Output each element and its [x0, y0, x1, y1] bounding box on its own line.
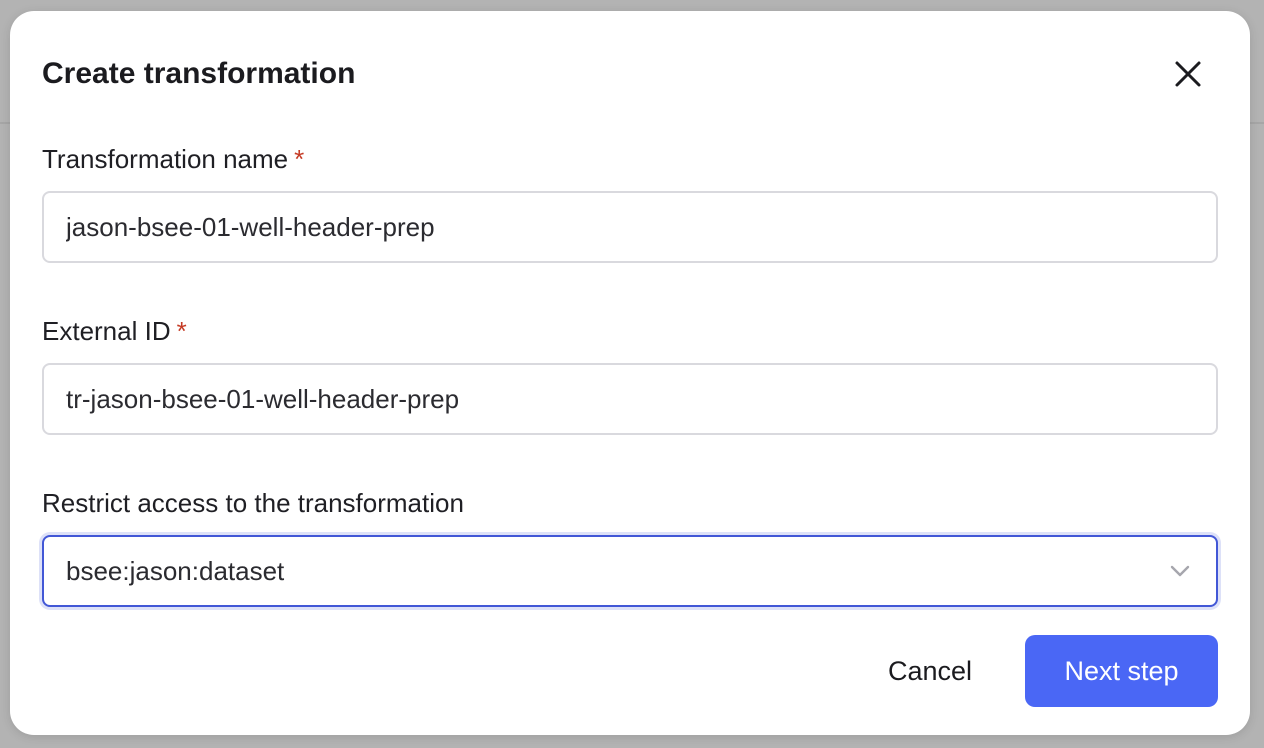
next-step-button[interactable]: Next step	[1025, 635, 1218, 707]
transformation-name-input[interactable]	[42, 191, 1218, 263]
dialog-title: Create transformation	[42, 57, 356, 90]
cancel-button[interactable]: Cancel	[860, 635, 1000, 707]
restrict-access-label: Restrict access to the transformation	[42, 488, 464, 518]
create-transformation-dialog: Create transformation Transformation nam…	[10, 11, 1250, 735]
close-button[interactable]	[1166, 53, 1210, 97]
close-icon	[1174, 60, 1202, 91]
external-id-input[interactable]	[42, 363, 1218, 435]
required-marker: *	[176, 316, 187, 346]
external-id-label: External ID *	[42, 314, 187, 348]
access-dataset-selected-value: bsee:jason:dataset	[66, 555, 285, 586]
required-marker: *	[294, 144, 305, 174]
external-id-label-text: External ID	[42, 316, 171, 346]
access-dataset-select[interactable]: bsee:jason:dataset	[42, 535, 1218, 607]
chevron-down-icon	[1166, 557, 1194, 585]
transformation-name-label: Transformation name *	[42, 142, 304, 176]
transformation-name-label-text: Transformation name	[42, 144, 289, 174]
